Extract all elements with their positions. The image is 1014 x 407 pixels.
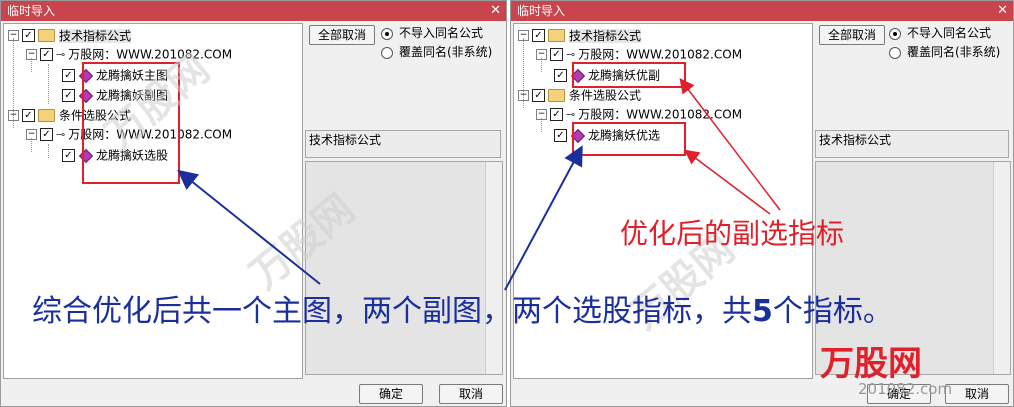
- main-annotation: 综合优化后共一个主图，两个副图，两个选股指标，共5个指标。: [32, 286, 893, 330]
- red-annotation: 优化后的副选指标: [620, 217, 845, 250]
- main-annotation-part: 综合优化后共一个主图，两个副图，两个选股指标，共: [32, 294, 752, 329]
- main-annotation-part: 个指标。: [772, 294, 893, 329]
- arrow-red-1: [684, 149, 771, 215]
- brand-site: 201082.com: [858, 380, 953, 398]
- arrow-red-2: [679, 78, 781, 211]
- brand-logo: 万股网: [820, 344, 922, 384]
- arrow-to-right-tree: [504, 145, 583, 291]
- main-annotation-number: 5: [752, 294, 773, 329]
- arrow-to-left-box: [177, 169, 321, 285]
